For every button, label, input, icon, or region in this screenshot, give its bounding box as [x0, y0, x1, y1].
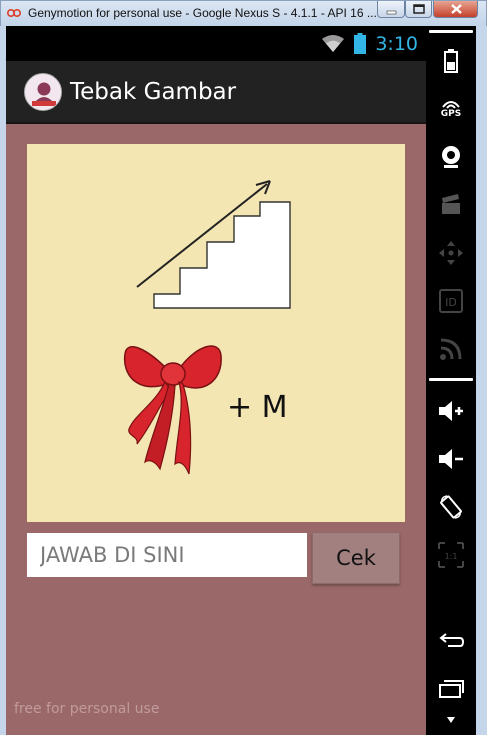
stairs-icon — [153, 201, 291, 309]
battery-icon — [354, 33, 366, 54]
recent-apps-icon — [439, 680, 464, 698]
gps-widget-button[interactable]: GPS — [436, 94, 466, 124]
close-icon — [451, 4, 462, 14]
app-title: Tebak Gambar — [70, 79, 237, 105]
scale-button[interactable]: 1:1 — [436, 540, 466, 570]
camera-widget-button[interactable] — [436, 142, 466, 172]
minimize-button[interactable] — [377, 1, 405, 18]
personal-use-watermark: free for personal use — [14, 701, 160, 717]
caret-down-icon — [447, 717, 455, 723]
dpad-icon — [439, 241, 463, 265]
tebak-gambar-logo-icon — [26, 75, 61, 110]
sidebar-scroll-down-button[interactable] — [436, 710, 466, 730]
ribbon-bow-icon — [123, 345, 222, 475]
device-id-widget-button[interactable]: ID — [436, 286, 466, 316]
genymotion-app-icon — [7, 9, 21, 17]
id-label: ID — [445, 296, 457, 309]
window-title: Genymotion for personal use - Google Nex… — [28, 6, 377, 20]
volume-down-icon — [439, 449, 463, 469]
puzzle-image: + M — [27, 144, 405, 522]
recent-apps-button[interactable] — [436, 674, 466, 704]
dpad-widget-button[interactable] — [436, 238, 466, 268]
check-answer-button[interactable]: Cek — [312, 532, 400, 584]
gps-label: GPS — [440, 109, 462, 119]
sidebar-separator — [429, 378, 473, 381]
status-time: 3:10 — [375, 33, 418, 55]
window-frame-right — [476, 26, 487, 735]
webcam-icon — [442, 146, 460, 168]
emulator-sidebar: GPS ID 1:1 — [426, 26, 476, 735]
gps-signal-icon — [442, 101, 460, 109]
app-logo[interactable] — [24, 73, 62, 111]
volume-up-button[interactable] — [436, 396, 466, 426]
rotate-button[interactable] — [436, 492, 466, 522]
id-card-icon: ID — [439, 289, 463, 313]
cast-widget-button[interactable] — [436, 334, 466, 364]
close-button[interactable] — [433, 1, 478, 18]
battery-widget-icon — [444, 49, 458, 73]
ratio-label: 1:1 — [445, 552, 458, 561]
sidebar-separator — [429, 30, 473, 33]
volume-up-icon — [439, 401, 463, 421]
pixel-ratio-icon: 1:1 — [438, 542, 464, 568]
app-action-bar: Tebak Gambar — [6, 61, 426, 124]
back-arrow-icon — [439, 633, 464, 647]
plus-m-label: + M — [227, 390, 288, 425]
media-widget-button[interactable] — [436, 190, 466, 220]
main-content: + M Cek free for personal use — [6, 124, 426, 735]
puzzle-picture: + M — [123, 180, 291, 475]
minimize-icon — [386, 10, 397, 15]
back-button[interactable] — [436, 626, 466, 656]
maximize-icon — [413, 4, 425, 14]
android-status-bar: 3:10 — [6, 26, 426, 61]
wifi-icon — [322, 35, 344, 52]
window-titlebar: Genymotion for personal use - Google Nex… — [0, 0, 487, 26]
rotate-icon — [440, 495, 462, 519]
answer-input[interactable] — [27, 533, 307, 577]
maximize-button[interactable] — [405, 1, 432, 18]
battery-widget-button[interactable] — [436, 46, 466, 76]
rss-cast-icon — [440, 338, 462, 360]
clapperboard-icon — [442, 194, 460, 214]
volume-down-button[interactable] — [436, 444, 466, 474]
